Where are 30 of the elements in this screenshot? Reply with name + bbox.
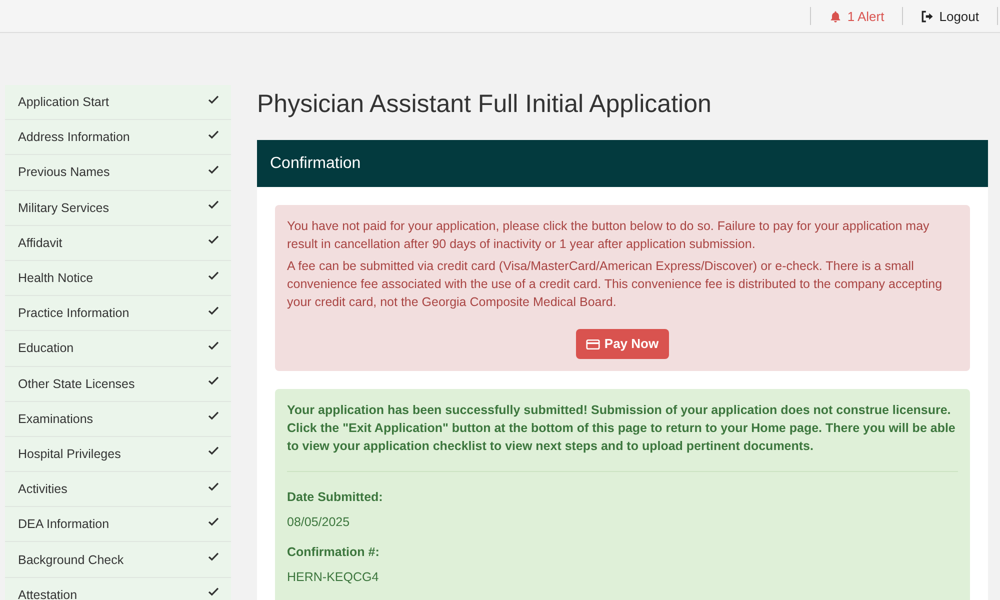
field-label: Confirmation #: bbox=[287, 545, 380, 559]
sidebar-item[interactable]: Previous Names bbox=[5, 155, 231, 191]
sidebar-item[interactable]: Affidavit bbox=[5, 226, 231, 261]
bell-icon bbox=[829, 10, 842, 22]
sidebar-item[interactable]: Examinations bbox=[5, 402, 231, 437]
sidebar-item[interactable]: Other State Licenses bbox=[5, 366, 231, 402]
sidebar-item[interactable]: Background Check bbox=[5, 542, 231, 578]
sign-out-icon bbox=[921, 10, 934, 22]
field-value: 08/05/2025 bbox=[287, 515, 351, 529]
field-label: Date Submitted: bbox=[287, 490, 384, 504]
sidebar-item[interactable]: Practice Information bbox=[5, 296, 231, 332]
sidebar-item[interactable]: Address Information bbox=[5, 120, 231, 156]
field-value: HERN-KEQCG4 bbox=[287, 570, 380, 584]
panel-title: Confirmation bbox=[270, 154, 361, 172]
sidebar-item[interactable]: Military Services bbox=[5, 190, 231, 226]
alert-link[interactable]: 1 Alert bbox=[811, 8, 902, 24]
sidebar-item[interactable]: Health Notice bbox=[5, 260, 231, 296]
pay-now-button[interactable]: Pay Now bbox=[576, 329, 669, 359]
credit-card-icon bbox=[586, 338, 600, 350]
sidebar-item[interactable]: Hospital Privileges bbox=[5, 436, 231, 472]
logout-link[interactable]: Logout bbox=[903, 8, 997, 24]
success-message: Your application has been successfully submitted! Submission of your application does not construe licensure. Click the "Exit Application" button at the bottom of this page to return to your Home page. There you will be able to view your application checklist to view next steps and to upload pertinent documents. bbox=[287, 402, 956, 455]
sidebar-item[interactable]: Activities bbox=[5, 472, 231, 508]
sidebar-item[interactable]: Attestation bbox=[5, 578, 231, 600]
page-title: Physician Assistant Full Initial Application bbox=[257, 90, 712, 119]
alert-text: A fee can be submitted via credit card (Visa/MasterCard/American Express/Discover) or e-check. There is a small convenience fee associated with the use of a credit card. This convenience fee is distributed to the company accepting your credit card, not the Georgia Composite Medical Board. bbox=[287, 258, 944, 311]
alert-text: You have not paid for your application, please click the button below to do so. Failure to pay for your application may result in cancellation after 90 days of inactivity or 1 year after application submission. bbox=[287, 218, 930, 253]
sidebar-item[interactable]: Education bbox=[5, 331, 231, 366]
sidebar-item[interactable]: Application Start bbox=[5, 85, 231, 120]
sidebar-item[interactable]: DEA Information bbox=[5, 507, 231, 542]
